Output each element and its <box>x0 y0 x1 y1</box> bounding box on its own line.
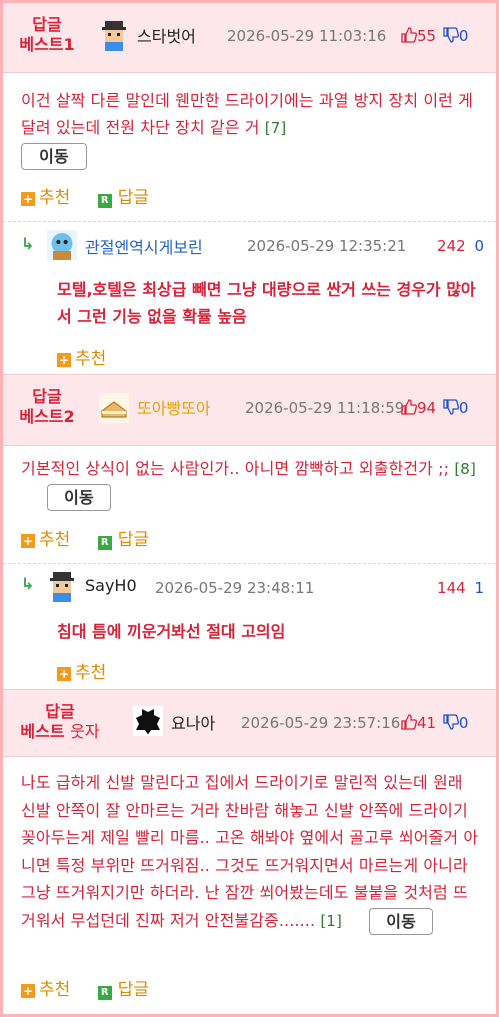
thumbs-down-icon[interactable] <box>443 399 459 415</box>
plus-icon: + <box>57 353 71 367</box>
vote-counts: 41 0 <box>401 714 468 732</box>
plus-icon: + <box>21 192 35 206</box>
pixel-avatar-icon[interactable] <box>99 21 129 51</box>
reply-actions: + 추천 <box>57 344 128 369</box>
reply-arrow-icon: ↳ <box>21 574 35 593</box>
reply-body: 침대 틈에 끼운거봐선 절대 고의임 <box>57 622 286 641</box>
reply-vote-counts: 242 0 <box>437 237 484 255</box>
recommend-button[interactable]: + 추천 <box>57 658 106 683</box>
downvote-count: 0 <box>458 27 469 45</box>
comment-text: 기본적인 상식이 없는 사람인가.. 아니면 깜빡하고 외출한건가 ;; <box>21 459 450 478</box>
downvote-count: 0 <box>458 399 469 417</box>
ink-splat-avatar-icon[interactable] <box>133 706 163 736</box>
reply-button[interactable]: R 답글 <box>97 183 149 208</box>
squirtle-avatar-icon[interactable] <box>47 230 77 260</box>
reply-count: [7] <box>264 119 287 137</box>
reply-actions: + 추천 <box>57 658 128 683</box>
comment-body: 이건 살짝 다른 말인데 웬만한 드라이기에는 과열 방지 장치 이런 게 달려… <box>21 87 481 170</box>
reply-button[interactable]: R 답글 <box>97 525 149 550</box>
reply-count: [8] <box>454 460 476 478</box>
vote-counts: 94 0 <box>401 399 468 417</box>
author-nickname[interactable]: 또아빵또아 <box>137 395 211 419</box>
reply-author-nickname[interactable]: SayH0 <box>85 576 137 595</box>
reply-button[interactable]: R 답글 <box>97 975 149 1000</box>
upvote-count: 55 <box>417 27 437 45</box>
reply-upvote-count: 144 <box>437 579 466 597</box>
reply-item: ↳ 관절엔역시게보린 2026-05-29 12:35:21 242 0 모텔,… <box>3 221 496 373</box>
reply-vote-counts: 144 1 <box>437 579 484 597</box>
comment-header: 답글 베스트2 또아빵또아 2026-05-29 11:18:59 94 0 <box>3 374 496 446</box>
comment-actions: + 추천 R 답글 <box>21 183 171 208</box>
move-button[interactable]: 이동 <box>21 143 87 170</box>
bread-avatar-icon[interactable] <box>99 393 129 423</box>
plus-icon: + <box>21 534 35 548</box>
comment-header: 답글 베스트 웃자 요나아 2026-05-29 23:57:16 41 0 <box>3 689 496 757</box>
reply-item: ↳ SayH0 2026-05-29 23:48:11 144 1 침대 틈에 … <box>3 563 496 688</box>
thumbs-up-icon[interactable] <box>401 714 417 730</box>
comment-actions: + 추천 R 답글 <box>21 525 171 550</box>
comment-text: 이건 살짝 다른 말인데 웬만한 드라이기에는 과열 방지 장치 이런 게 달려… <box>21 91 473 137</box>
plus-icon: + <box>57 667 71 681</box>
recommend-button[interactable]: + 추천 <box>21 975 70 1000</box>
reply-downvote-count: 1 <box>474 579 484 597</box>
reply-r-icon: R <box>97 986 112 1000</box>
recommend-button[interactable]: + 추천 <box>21 183 70 208</box>
pixel-avatar-icon[interactable] <box>47 572 77 602</box>
plus-icon: + <box>21 984 35 998</box>
best-badge: 답글 베스트 웃자 <box>20 702 100 741</box>
thumbs-up-icon[interactable] <box>401 399 417 415</box>
thumbs-up-icon[interactable] <box>401 27 417 43</box>
move-button[interactable]: 이동 <box>47 484 111 511</box>
comment-timestamp: 2026-05-29 23:57:16 <box>241 714 401 732</box>
recommend-button[interactable]: + 추천 <box>21 525 70 550</box>
comment-body: 기본적인 상식이 없는 사람인가.. 아니면 깜빡하고 외출한건가 ;; [8]… <box>21 455 481 511</box>
reply-r-icon: R <box>97 536 112 550</box>
recommend-button[interactable]: + 추천 <box>57 344 106 369</box>
reply-count: [1] <box>320 911 342 930</box>
upvote-count: 94 <box>417 399 437 417</box>
best-badge: 답글 베스트2 <box>19 387 75 426</box>
comment-list: 답글 베스트1 스타벗어 2026-05-29 11:03:16 55 0 이건… <box>3 3 496 1014</box>
reply-author-nickname[interactable]: 관절엔역시게보린 <box>85 234 203 258</box>
best-badge: 답글 베스트1 <box>19 15 75 54</box>
comment-actions: + 추천 R 답글 <box>21 975 171 1000</box>
comment-timestamp: 2026-05-29 11:18:59 <box>245 399 405 417</box>
reply-downvote-count: 0 <box>474 237 484 255</box>
thumbs-down-icon[interactable] <box>443 714 459 730</box>
comment-header: 답글 베스트1 스타벗어 2026-05-29 11:03:16 55 0 <box>3 3 496 73</box>
comment-timestamp: 2026-05-29 11:03:16 <box>227 27 387 45</box>
reply-body: 모텔,호텔은 최상급 빼면 그냥 대량으로 싼거 쓰는 경우가 많아서 그런 기… <box>57 280 476 326</box>
reply-arrow-icon: ↳ <box>21 234 35 253</box>
author-nickname[interactable]: 스타벗어 <box>137 23 196 47</box>
author-nickname[interactable]: 요나아 <box>171 710 215 734</box>
upvote-count: 41 <box>417 714 437 732</box>
vote-counts: 55 0 <box>401 27 468 45</box>
thumbs-down-icon[interactable] <box>443 27 459 43</box>
comment-body: 나도 급하게 신발 말린다고 집에서 드라이기로 말린적 있는데 원래 신발 안… <box>21 769 481 935</box>
move-button[interactable]: 이동 <box>369 907 434 935</box>
downvote-count: 0 <box>458 714 469 732</box>
reply-timestamp: 2026-05-29 23:48:11 <box>155 579 315 597</box>
reply-timestamp: 2026-05-29 12:35:21 <box>247 237 407 255</box>
reply-upvote-count: 242 <box>437 237 466 255</box>
reply-r-icon: R <box>97 194 112 208</box>
comment-text: 나도 급하게 신발 말린다고 집에서 드라이기로 말린적 있는데 원래 신발 안… <box>21 773 479 930</box>
